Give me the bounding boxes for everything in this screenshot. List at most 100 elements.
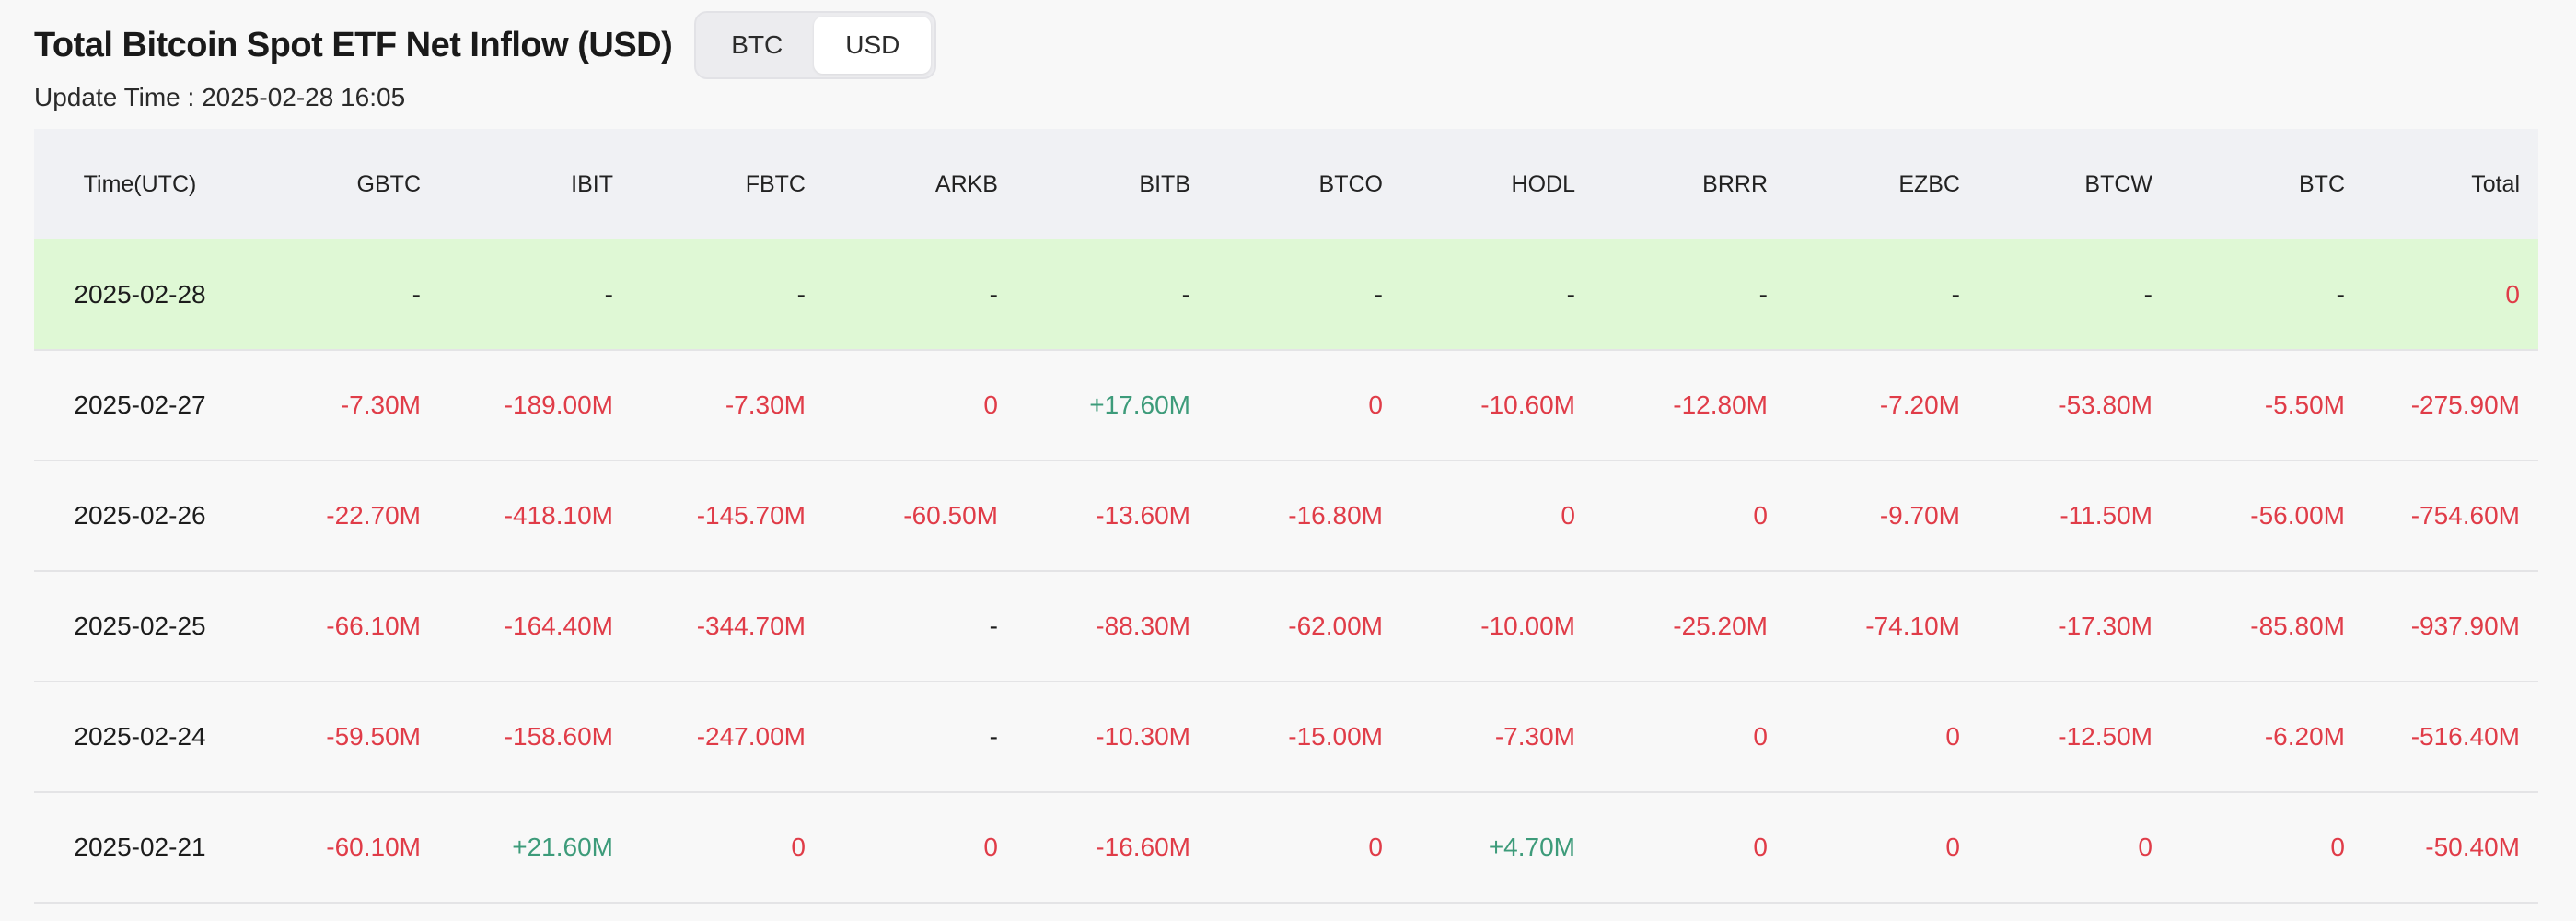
cell-fbtc: -145.70M: [696, 501, 806, 530]
column-header-bitb[interactable]: BITB: [1016, 129, 1209, 239]
cell-arkb: -: [989, 722, 998, 751]
cell-total: -275.90M: [2410, 391, 2520, 419]
column-header-ibit[interactable]: IBIT: [439, 129, 632, 239]
cell-ibit: -158.60M: [504, 722, 613, 751]
column-header-fbtc[interactable]: FBTC: [632, 129, 824, 239]
cell-total: -516.40M: [2410, 722, 2520, 751]
cell-fbtc: -7.30M: [725, 391, 806, 419]
cell-btc: -5.50M: [2264, 391, 2345, 419]
cell-bitb: -88.30M: [1096, 612, 1190, 640]
currency-toggle: BTC USD: [694, 11, 937, 79]
column-header-btc[interactable]: BTC: [2171, 129, 2363, 239]
cell-hodl: -7.30M: [1494, 722, 1575, 751]
cell-btc: -56.00M: [2250, 501, 2345, 530]
row-date: 2025-02-24: [74, 722, 206, 751]
row-date: 2025-02-27: [74, 391, 206, 419]
column-header-arkb[interactable]: ARKB: [824, 129, 1016, 239]
cell-ezbc: -: [1951, 279, 1960, 309]
cell-brrr: -: [1758, 279, 1768, 309]
cell-btcw: -17.30M: [2058, 612, 2152, 640]
page-title: Total Bitcoin Spot ETF Net Inflow (USD): [34, 25, 673, 64]
cell-bitb: +17.60M: [1089, 391, 1190, 419]
column-header-hodl[interactable]: HODL: [1401, 129, 1594, 239]
cell-btcw: -12.50M: [2058, 722, 2152, 751]
header: Total Bitcoin Spot ETF Net Inflow (USD) …: [34, 11, 937, 79]
column-header-gbtc[interactable]: GBTC: [246, 129, 439, 239]
cell-btcw: 0: [2138, 833, 2152, 861]
column-header-ezbc[interactable]: EZBC: [1786, 129, 1978, 239]
cell-total: 0: [2505, 279, 2520, 309]
toggle-btc-button[interactable]: BTC: [700, 17, 814, 74]
cell-hodl: +4.70M: [1488, 833, 1575, 861]
cell-btco: 0: [1368, 833, 1383, 861]
cell-arkb: 0: [983, 833, 998, 861]
table-header: Time(UTC) GBTC IBIT FBTC ARKB BITB BTCO HODL BRR…: [34, 129, 2538, 239]
table-row: 2025-02-27 -7.30M -189.00M -7.30M 0 +17.60M 0 -…: [34, 350, 2538, 460]
cell-brrr: 0: [1753, 833, 1768, 861]
cell-fbtc: -: [796, 279, 806, 309]
column-header-brrr[interactable]: BRRR: [1594, 129, 1786, 239]
cell-brrr: 0: [1753, 501, 1768, 530]
cell-ezbc: -7.20M: [1879, 391, 1960, 419]
cell-btcw: -: [2143, 279, 2152, 309]
cell-hodl: -: [1566, 279, 1575, 309]
row-date: 2025-02-25: [74, 612, 206, 640]
cell-ezbc: 0: [1945, 722, 1960, 751]
cell-btcw: -11.50M: [2060, 501, 2152, 530]
header-row: Time(UTC) GBTC IBIT FBTC ARKB BITB BTCO HODL BRR…: [34, 129, 2538, 239]
cell-arkb: 0: [983, 391, 998, 419]
cell-btc: -: [2336, 279, 2345, 309]
column-header-btco[interactable]: BTCO: [1209, 129, 1401, 239]
update-time: Update Time : 2025-02-28 16:05: [34, 83, 406, 111]
cell-btc: -85.80M: [2250, 612, 2345, 640]
cell-ibit: +21.60M: [512, 833, 613, 861]
cell-bitb: -: [1181, 279, 1190, 309]
table-body: 2025-02-28 - - - - - - - - - - - 0 2025-02-27 -7.30M -1…: [34, 239, 2538, 903]
cell-gbtc: -7.30M: [340, 391, 421, 419]
cell-ezbc: -9.70M: [1879, 501, 1960, 530]
table-row: 2025-02-28 - - - - - - - - - - - 0: [34, 239, 2538, 350]
cell-bitb: -13.60M: [1096, 501, 1190, 530]
cell-btcw: -53.80M: [2058, 391, 2152, 419]
column-header-time-utc[interactable]: Time(UTC): [34, 129, 246, 239]
column-header-total[interactable]: Total: [2363, 129, 2538, 239]
cell-arkb: -60.50M: [903, 501, 998, 530]
cell-ezbc: 0: [1945, 833, 1960, 861]
table-row: 2025-02-21 -60.10M +21.60M 0 0 -16.60M 0 +4.70M…: [34, 792, 2538, 903]
cell-gbtc: -60.10M: [326, 833, 421, 861]
cell-total: -937.90M: [2410, 612, 2520, 640]
cell-btco: -16.80M: [1288, 501, 1383, 530]
etf-flow-table: Time(UTC) GBTC IBIT FBTC ARKB BITB BTCO HODL BRR…: [34, 129, 2538, 904]
row-date: 2025-02-26: [74, 501, 206, 530]
cell-arkb: -: [989, 279, 998, 309]
cell-fbtc: -247.00M: [696, 722, 806, 751]
cell-hodl: 0: [1561, 501, 1575, 530]
cell-ezbc: -74.10M: [1865, 612, 1960, 640]
cell-fbtc: -344.70M: [696, 612, 806, 640]
cell-brrr: -12.80M: [1673, 391, 1768, 419]
cell-ibit: -: [604, 279, 613, 309]
cell-btco: -15.00M: [1288, 722, 1383, 751]
cell-gbtc: -22.70M: [326, 501, 421, 530]
cell-arkb: -: [989, 612, 998, 640]
cell-bitb: -16.60M: [1096, 833, 1190, 861]
cell-btc: 0: [2330, 833, 2345, 861]
column-header-btcw[interactable]: BTCW: [1978, 129, 2171, 239]
cell-ibit: -418.10M: [504, 501, 613, 530]
cell-gbtc: -66.10M: [326, 612, 421, 640]
cell-gbtc: -59.50M: [326, 722, 421, 751]
table-row: 2025-02-25 -66.10M -164.40M -344.70M - -88.30…: [34, 571, 2538, 682]
cell-hodl: -10.60M: [1480, 391, 1575, 419]
toggle-usd-button[interactable]: USD: [814, 17, 932, 74]
cell-fbtc: 0: [791, 833, 806, 861]
cell-gbtc: -: [412, 279, 421, 309]
cell-ibit: -164.40M: [504, 612, 613, 640]
cell-brrr: -25.20M: [1673, 612, 1768, 640]
cell-btc: -6.20M: [2264, 722, 2345, 751]
etf-flow-page: Total Bitcoin Spot ETF Net Inflow (USD) …: [0, 0, 2576, 921]
table-row: 2025-02-26 -22.70M -418.10M -145.70M -60.50M…: [34, 460, 2538, 571]
cell-bitb: -10.30M: [1096, 722, 1190, 751]
cell-btco: -62.00M: [1288, 612, 1383, 640]
cell-btco: -: [1374, 279, 1383, 309]
cell-total: -50.40M: [2425, 833, 2520, 861]
